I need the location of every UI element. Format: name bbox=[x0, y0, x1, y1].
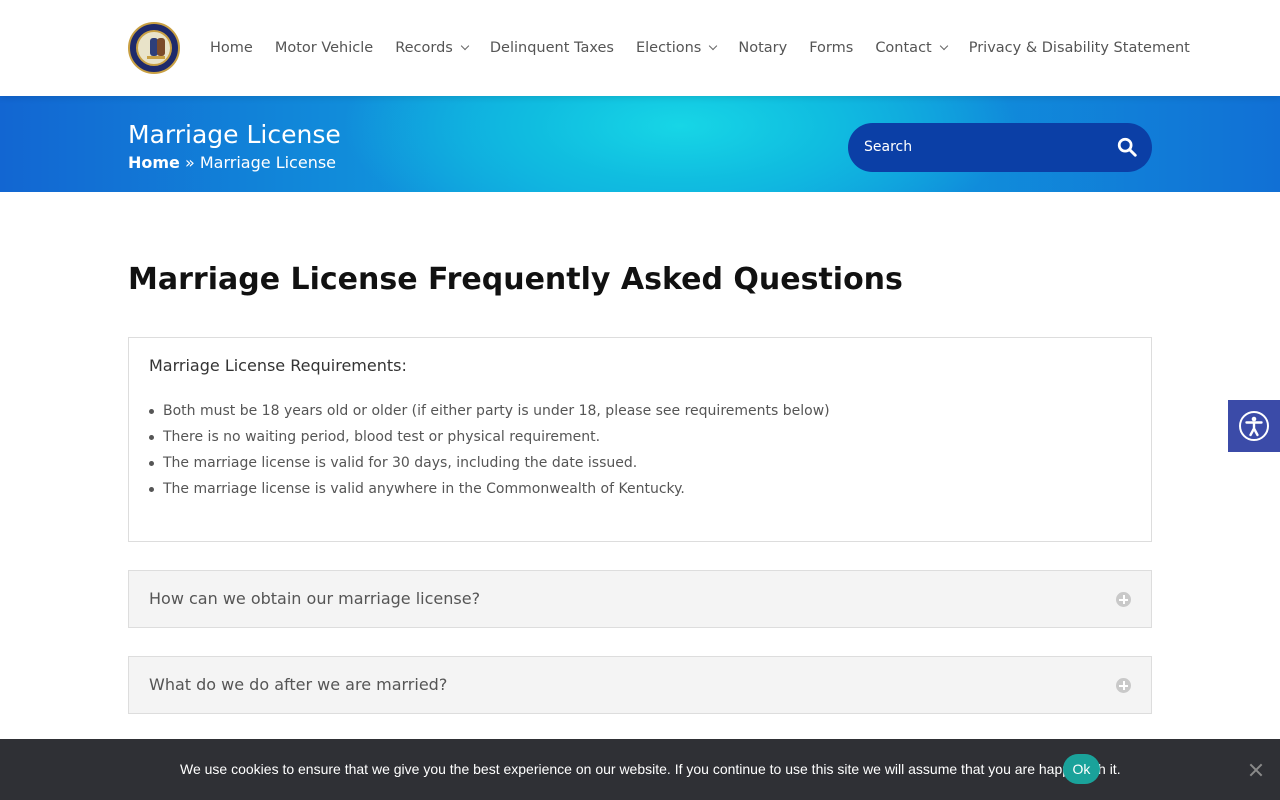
list-item: Both must be 18 years old or older (if e… bbox=[149, 398, 830, 424]
search-icon[interactable] bbox=[1116, 136, 1138, 158]
list-item: The marriage license is valid anywhere i… bbox=[149, 476, 830, 502]
chevron-down-icon bbox=[939, 41, 948, 51]
requirements-panel: Marriage License Requirements: Both must… bbox=[128, 337, 1152, 542]
nav-home[interactable]: Home bbox=[210, 40, 253, 56]
cookie-ok-button[interactable]: Ok bbox=[1063, 754, 1100, 784]
accessibility-icon bbox=[1239, 411, 1269, 441]
faq-question: What do we do after we are married? bbox=[149, 675, 448, 694]
plus-circle-icon[interactable] bbox=[1116, 678, 1131, 693]
nav-records[interactable]: Records bbox=[395, 40, 470, 56]
list-item: The marriage license is valid for 30 day… bbox=[149, 450, 830, 476]
chevron-down-icon bbox=[460, 41, 470, 51]
list-item: There is no waiting period, blood test o… bbox=[149, 424, 830, 450]
requirements-list: Both must be 18 years old or older (if e… bbox=[149, 398, 830, 502]
breadcrumb-home-link[interactable]: Home bbox=[128, 153, 180, 172]
nav-notary[interactable]: Notary bbox=[738, 40, 787, 56]
search-input[interactable] bbox=[862, 136, 1092, 158]
faq-question: How can we obtain our marriage license? bbox=[149, 589, 481, 608]
faq-heading: Marriage License Frequently Asked Questi… bbox=[128, 262, 903, 297]
close-icon[interactable] bbox=[1249, 763, 1263, 777]
nav-elections[interactable]: Elections bbox=[636, 40, 718, 56]
search-box bbox=[848, 123, 1152, 172]
nav-forms[interactable]: Forms bbox=[809, 40, 853, 56]
nav-delinquent-taxes[interactable]: Delinquent Taxes bbox=[490, 40, 614, 56]
breadcrumb: Home » Marriage License bbox=[128, 153, 336, 172]
nav-privacy-disability[interactable]: Privacy & Disability Statement bbox=[969, 40, 1190, 56]
nav-motor-vehicle[interactable]: Motor Vehicle bbox=[275, 40, 373, 56]
site-header: Home Motor Vehicle Records Delinquent Ta… bbox=[0, 0, 1280, 96]
breadcrumb-separator: » bbox=[179, 153, 200, 172]
page-title: Marriage License bbox=[128, 120, 341, 149]
faq-toggle-after-married[interactable]: What do we do after we are married? bbox=[128, 656, 1152, 714]
faq-toggle-obtain-license[interactable]: How can we obtain our marriage license? bbox=[128, 570, 1152, 628]
nav-contact[interactable]: Contact bbox=[875, 40, 948, 56]
cookie-message: We use cookies to ensure that we give yo… bbox=[180, 761, 1121, 777]
plus-circle-icon[interactable] bbox=[1116, 592, 1131, 607]
accessibility-button[interactable] bbox=[1228, 400, 1280, 452]
requirements-title: Marriage License Requirements: bbox=[149, 356, 407, 375]
chevron-down-icon bbox=[709, 41, 718, 51]
main-nav: Home Motor Vehicle Records Delinquent Ta… bbox=[210, 0, 1212, 96]
county-seal-icon[interactable] bbox=[128, 22, 180, 74]
breadcrumb-current: Marriage License bbox=[199, 153, 337, 172]
